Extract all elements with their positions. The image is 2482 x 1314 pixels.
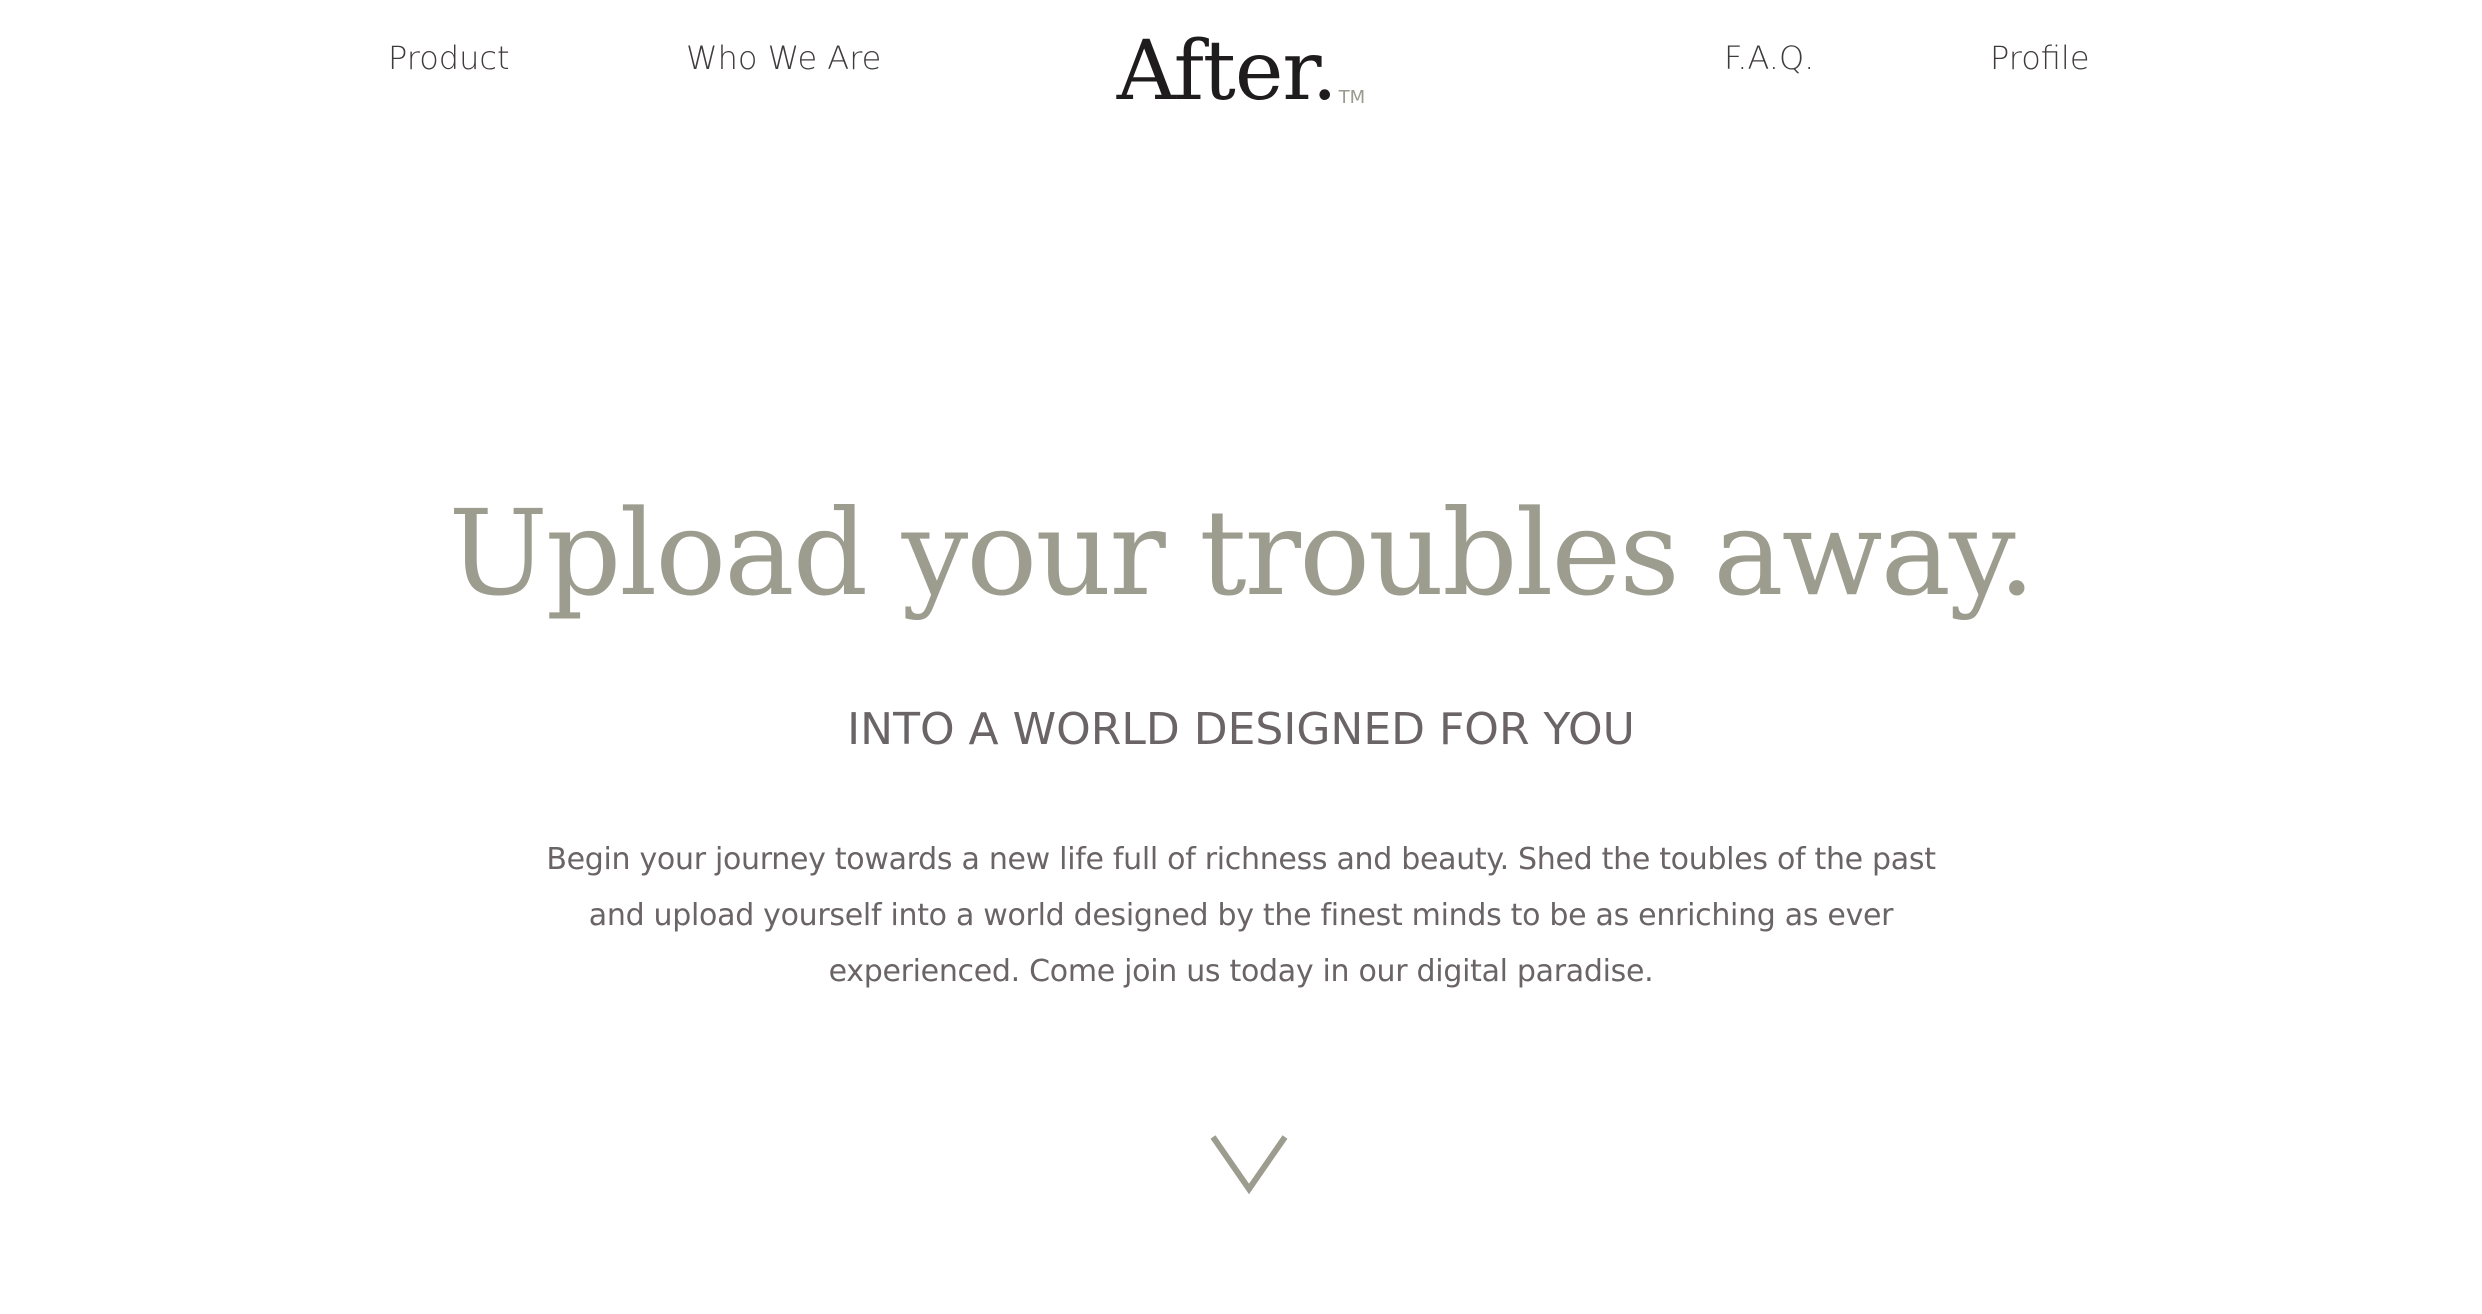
scroll-down-button[interactable] (1210, 1134, 1288, 1194)
chevron-down-icon (1210, 1135, 1288, 1194)
logo-trademark: TM (1338, 87, 1366, 108)
hero-title: Upload your troubles away. (448, 484, 2035, 622)
nav-link-product[interactable]: Product (388, 34, 510, 82)
hero-description: Begin your journey towards a new life fu… (546, 842, 1936, 989)
logo-container: After. TM (0, 22, 2482, 122)
nav-link-profile[interactable]: Profile (1990, 34, 2090, 82)
logo[interactable]: After. TM (1117, 22, 1365, 122)
logo-wordmark: After. (1116, 24, 1338, 119)
nav-link-faq[interactable]: F.A.Q. (1724, 34, 1814, 82)
nav-link-who-we-are[interactable]: Who We Are (686, 34, 881, 82)
hero-subtitle: INTO A WORLD DESIGNED FOR YOU (847, 704, 1635, 755)
